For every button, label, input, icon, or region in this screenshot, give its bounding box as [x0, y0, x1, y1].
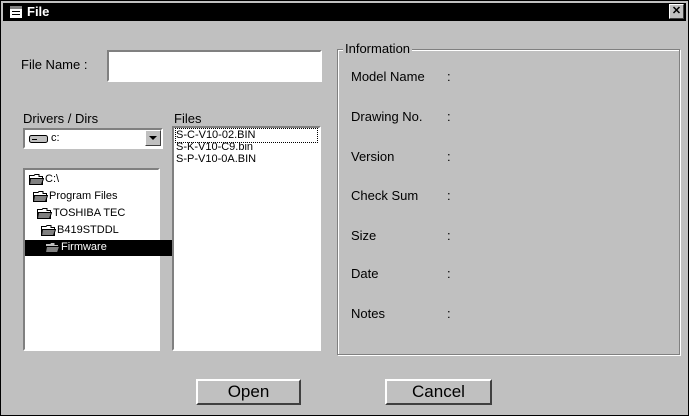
- directory-item-label: Firmware: [61, 241, 107, 253]
- info-field-label: Drawing No.: [351, 109, 423, 124]
- folder-icon: [45, 242, 60, 253]
- directory-item-label: Program Files: [49, 190, 118, 202]
- drive-dropdown-button[interactable]: [145, 130, 161, 146]
- chevron-down-icon: [149, 136, 157, 140]
- info-field-separator: :: [447, 188, 451, 203]
- info-field-label: Check Sum: [351, 188, 419, 203]
- directory-item-label: C:\: [45, 173, 60, 185]
- close-icon: ✕: [671, 5, 682, 17]
- hard-drive-icon: [29, 135, 48, 143]
- close-button[interactable]: ✕: [669, 4, 684, 19]
- files-label: Files: [174, 111, 202, 126]
- folder-icon: [41, 225, 56, 236]
- window-title: File: [27, 4, 50, 19]
- info-field-separator: :: [447, 69, 451, 84]
- info-field-label: Size: [351, 228, 377, 243]
- file-name-input[interactable]: [107, 50, 322, 82]
- info-field-label: Notes: [351, 306, 385, 321]
- directory-item-label: TOSHIBA TEC: [53, 207, 126, 219]
- information-legend: Information: [343, 41, 413, 56]
- directory-list[interactable]: C:\ Program Files TOSHIBA TEC B419STDDL Firm…: [23, 168, 176, 351]
- info-field-label: Model Name: [351, 69, 425, 84]
- folder-icon: [37, 208, 52, 219]
- cancel-button[interactable]: Cancel: [385, 379, 492, 405]
- drive-select[interactable]: c:: [23, 128, 163, 149]
- title-bar[interactable]: File ✕: [3, 3, 686, 21]
- drivers-dirs-label: Drivers / Dirs: [23, 111, 99, 126]
- folder-icon: [29, 174, 44, 185]
- selected-drive-text: c:: [51, 132, 60, 144]
- info-field-separator: :: [447, 228, 451, 243]
- file-list[interactable]: S-C-V10-02.BIN S-K-V10-C9.bin S-P-V10-0A.B…: [172, 126, 321, 351]
- info-field-label: Date: [351, 266, 379, 281]
- info-field-separator: :: [447, 149, 451, 164]
- folder-icon: [33, 191, 48, 202]
- info-field-separator: :: [447, 266, 451, 281]
- info-field-label: Version: [351, 149, 395, 164]
- open-button[interactable]: Open: [196, 379, 301, 405]
- file-dialog-icon: [10, 6, 22, 18]
- file-dialog-window: File ✕ File Name : Drivers / Dirs c: C:\…: [0, 0, 689, 416]
- directory-item-label: B419STDDL: [57, 224, 119, 236]
- directory-item[interactable]: Firmware: [25, 240, 176, 256]
- file-item[interactable]: S-P-V10-0A.BIN: [176, 153, 256, 166]
- file-name-label: File Name :: [21, 57, 88, 72]
- info-field-separator: :: [447, 306, 451, 321]
- info-field-separator: :: [447, 109, 451, 124]
